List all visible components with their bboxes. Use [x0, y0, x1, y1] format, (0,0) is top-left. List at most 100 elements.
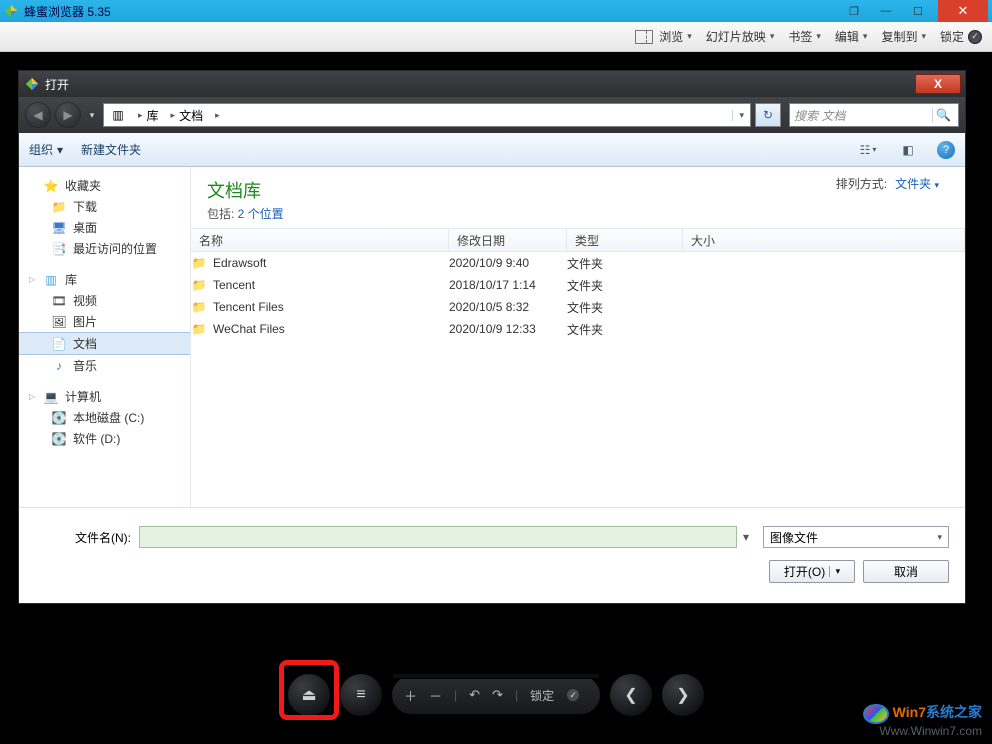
document-icon: 📄	[51, 336, 67, 352]
chevron-down-icon: ▾	[770, 31, 775, 42]
folder-icon: 📁	[191, 321, 207, 337]
undo-icon[interactable]: ↶	[469, 687, 480, 703]
next-button[interactable]: ❯	[661, 673, 705, 717]
redo-icon[interactable]: ↷	[492, 687, 503, 703]
col-type[interactable]: 类型	[567, 229, 683, 251]
dialog-navbar: ◀ ▶ ▾ ▥ ▸库 ▸文档 ▸ ▾ ↻ 搜索 文档 🔍	[19, 97, 965, 133]
refresh-button[interactable]: ↻	[755, 103, 781, 127]
menu-bookmarks[interactable]: 书签▾	[788, 28, 821, 45]
nav-drive-d[interactable]: 💽软件 (D:)	[19, 428, 190, 449]
chevron-down-icon: ▾	[863, 31, 868, 42]
drive-icon: 💽	[51, 410, 67, 426]
library-icon: ▥	[110, 107, 126, 123]
nav-forward-button[interactable]: ▶	[55, 102, 81, 128]
dialog-titlebar: 打开 X	[19, 71, 965, 97]
app-logo-icon	[25, 77, 39, 91]
nav-history-chevron[interactable]: ▾	[85, 110, 99, 121]
nav-computer[interactable]: ▷💻计算机	[19, 386, 190, 407]
filename-label: 文件名(N):	[35, 529, 131, 546]
open-button[interactable]: 打开(O) ▾	[769, 560, 855, 583]
search-icon[interactable]: 🔍	[932, 108, 954, 122]
nav-downloads[interactable]: 📁下载	[19, 196, 190, 217]
nav-back-button[interactable]: ◀	[25, 102, 51, 128]
file-rows: 📁Edrawsoft2020/10/9 9:40文件夹📁Tencent2018/…	[191, 252, 965, 507]
filename-input[interactable]	[139, 526, 737, 548]
library-subtitle-prefix: 包括:	[207, 207, 238, 221]
folder-icon: 📁	[191, 277, 207, 293]
arrange-by-value[interactable]: 文件夹 ▾	[895, 175, 939, 192]
check-circle-icon[interactable]: ✓	[566, 688, 580, 702]
address-dropdown-icon[interactable]: ▾	[732, 110, 750, 121]
watermark: Win7系统之家 Www.Winwin7.com	[863, 704, 982, 738]
col-date[interactable]: 修改日期	[449, 229, 567, 251]
folder-icon: 📁	[51, 199, 67, 215]
menu-button[interactable]: ≡	[339, 673, 383, 717]
menu-edit[interactable]: 编辑▾	[835, 28, 868, 45]
file-type-filter[interactable]: 图像文件▾	[763, 526, 949, 548]
filename-dropdown-icon[interactable]: ▾	[737, 530, 755, 544]
cancel-button[interactable]: 取消	[863, 560, 949, 583]
window-maximize-icon[interactable]: ☐	[902, 2, 934, 20]
file-list-area: 文档库 包括: 2 个位置 排列方式: 文件夹 ▾ 名称 修改日期 类型 大小 …	[191, 167, 965, 507]
video-icon: 🎞	[51, 293, 67, 309]
toolbar-newfolder[interactable]: 新建文件夹	[81, 141, 141, 158]
zoom-out-icon[interactable]: －	[429, 686, 442, 705]
nav-desktop[interactable]: 🖥桌面	[19, 217, 190, 238]
library-locations-link[interactable]: 2 个位置	[238, 207, 284, 221]
help-button[interactable]: ?	[937, 141, 955, 159]
nav-documents[interactable]: 📄文档	[19, 332, 190, 355]
player-track: ＋ － | ↶ ↷ | 锁定 ✓	[391, 675, 601, 715]
menu-copyto[interactable]: 复制到▾	[881, 28, 926, 45]
col-size[interactable]: 大小	[683, 229, 965, 251]
drive-icon: 💽	[51, 431, 67, 447]
watermark-logo-icon	[863, 704, 889, 724]
folder-icon: 📁	[191, 255, 207, 271]
preview-pane-button[interactable]: ◧	[897, 140, 919, 160]
chevron-down-icon: ▾	[816, 31, 821, 42]
nav-libraries[interactable]: ▷▥库	[19, 269, 190, 290]
nav-pictures[interactable]: 🖼图片	[19, 311, 190, 332]
folder-icon: 📁	[191, 299, 207, 315]
view-mode-button[interactable]: ☷ ▾	[857, 140, 879, 160]
dialog-close-button[interactable]: X	[915, 74, 961, 94]
menu-slideshow[interactable]: 幻灯片放映▾	[706, 28, 775, 45]
search-input[interactable]: 搜索 文档 🔍	[789, 103, 959, 127]
window-minimize-icon[interactable]: —	[870, 2, 902, 20]
prev-button[interactable]: ❮	[609, 673, 653, 717]
desktop-icon: 🖥	[51, 220, 67, 236]
window-close-button[interactable]: ✕	[938, 0, 988, 22]
toolbar-organize[interactable]: 组织▾	[29, 141, 63, 158]
col-name[interactable]: 名称	[191, 229, 449, 251]
picture-icon: 🖼	[51, 314, 67, 330]
app-logo-icon	[4, 4, 18, 18]
viewer-area: 打开 X ◀ ▶ ▾ ▥ ▸库 ▸文档 ▸ ▾ ↻ 搜索 文档 🔍 组织▾	[0, 52, 992, 744]
recent-icon: 📑	[51, 241, 67, 257]
dialog-title: 打开	[45, 76, 69, 93]
table-row[interactable]: 📁Tencent Files2020/10/5 8:32文件夹	[191, 296, 965, 318]
star-icon: ⭐	[43, 178, 59, 194]
menu-lock[interactable]: 锁定✓	[940, 28, 982, 45]
nav-favorites[interactable]: ⭐收藏夹	[19, 175, 190, 196]
table-row[interactable]: 📁Edrawsoft2020/10/9 9:40文件夹	[191, 252, 965, 274]
breadcrumb-bar[interactable]: ▥ ▸库 ▸文档 ▸ ▾	[103, 103, 751, 127]
chevron-down-icon: ▾	[921, 31, 926, 42]
nav-music[interactable]: ♪音乐	[19, 355, 190, 376]
music-icon: ♪	[51, 358, 67, 374]
computer-icon: 💻	[43, 389, 59, 405]
dialog-bottom-bar: 文件名(N): ▾ 图像文件▾ 打开(O) ▾ 取消	[19, 507, 965, 595]
table-row[interactable]: 📁WeChat Files2020/10/9 12:33文件夹	[191, 318, 965, 340]
nav-recent[interactable]: 📑最近访问的位置	[19, 238, 190, 259]
column-headers: 名称 修改日期 类型 大小	[191, 228, 965, 252]
table-row[interactable]: 📁Tencent2018/10/17 1:14文件夹	[191, 274, 965, 296]
progress-track[interactable]	[392, 673, 600, 679]
menu-browse[interactable]: 浏览▾	[635, 28, 692, 45]
eject-button[interactable]: ⏏	[287, 673, 331, 717]
nav-drive-c[interactable]: 💽本地磁盘 (C:)	[19, 407, 190, 428]
window-restore-icon[interactable]: ❐	[838, 2, 870, 20]
nav-videos[interactable]: 🎞视频	[19, 290, 190, 311]
zoom-in-icon[interactable]: ＋	[404, 686, 417, 705]
library-icon: ▥	[43, 272, 59, 288]
app-title: 蜂蜜浏览器 5.35	[24, 3, 111, 20]
check-circle-icon: ✓	[968, 30, 982, 44]
nav-pane: ⭐收藏夹 📁下载 🖥桌面 📑最近访问的位置 ▷▥库 🎞视频 🖼图片 📄文档 ♪音…	[19, 167, 191, 507]
